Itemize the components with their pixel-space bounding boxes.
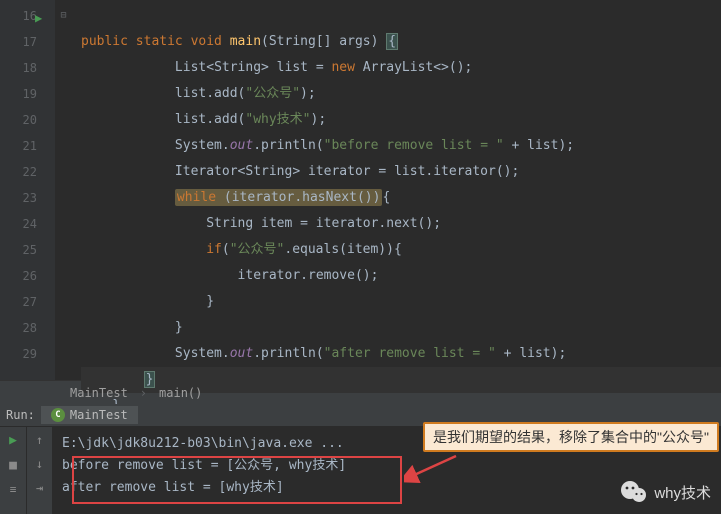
up-icon[interactable]: ↑ [36,433,43,447]
run-toolbar-left: ▶ ■ ≡ [0,427,26,514]
down-icon[interactable]: ↓ [36,457,43,471]
code-content[interactable]: public static void main(String[] args) {… [73,0,721,380]
keyword: public static void [81,34,222,49]
keyword-while: while [177,190,216,205]
type: String [269,34,316,49]
run-tab-label: MainTest [70,408,128,422]
watermark-text: why技术 [654,482,711,503]
wrap-icon[interactable]: ⇥ [36,481,43,495]
fold-column: ⊟ [55,0,73,380]
class-icon: C [51,408,65,422]
fold-toggle-icon[interactable]: ⊟ [55,3,72,29]
console-line: before remove list = [公众号, why技术] [62,455,711,477]
stop-icon[interactable]: ■ [9,458,17,473]
method-name: main [230,34,261,49]
run-tab[interactable]: C MainTest [41,406,138,424]
code-editor[interactable]: ▶ 1617181920212223242526272829 ⊟ public … [0,0,721,380]
watermark: why技术 [620,480,711,504]
run-gutter-icon[interactable]: ▶ [35,5,42,31]
line-gutter: ▶ 1617181920212223242526272829 [0,0,55,380]
rerun-icon[interactable]: ▶ [9,433,17,448]
wechat-icon [620,480,648,504]
run-toolbar-right: ↑ ↓ ⇥ [26,427,52,514]
layout-icon[interactable]: ≡ [10,483,17,496]
breadcrumb-class[interactable]: MainTest [70,386,128,400]
annotation-callout: 是我们期望的结果，移除了集合中的"公众号" [423,422,719,452]
breadcrumb-method[interactable]: main() [159,386,202,400]
chevron-right-icon: › [140,386,147,400]
run-label: Run: [6,408,35,422]
console-line: after remove list = [why技术] [62,477,711,499]
